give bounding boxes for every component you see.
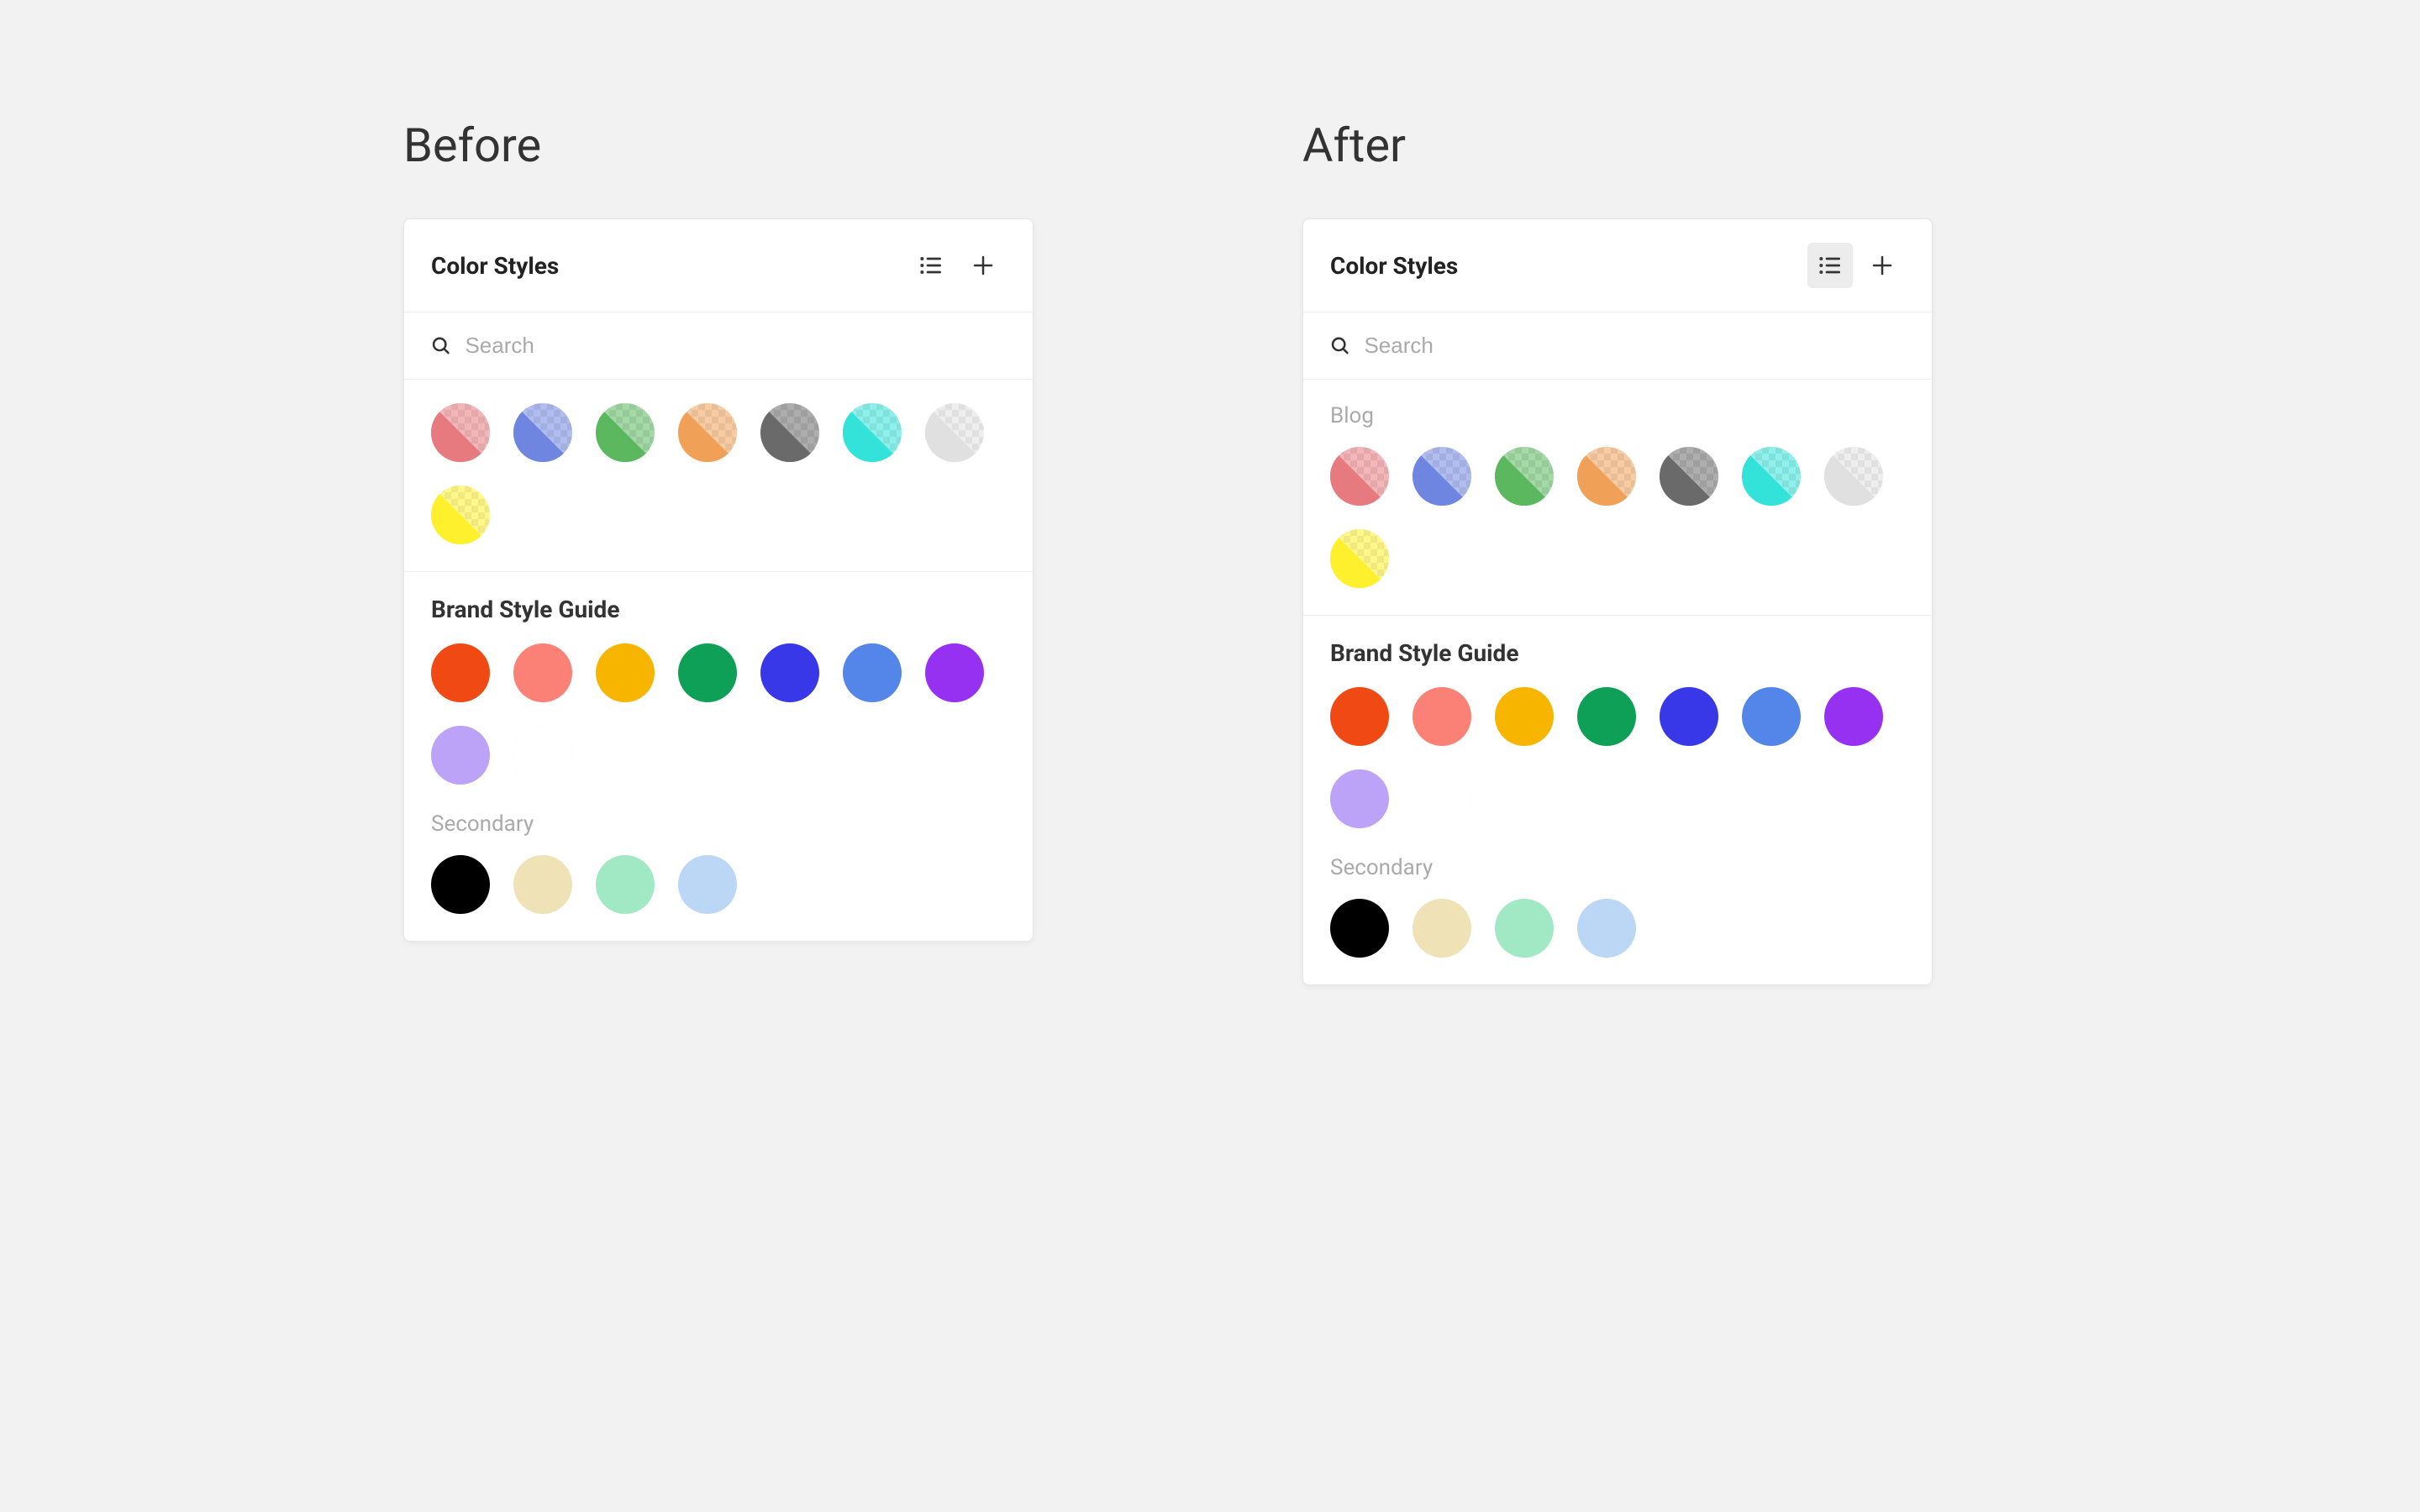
- color-swatch[interactable]: [513, 855, 572, 914]
- color-swatch[interactable]: [760, 403, 819, 462]
- secondary-label: Secondary: [431, 811, 1006, 837]
- swatch-row: [1330, 687, 1905, 828]
- secondary-label: Secondary: [1330, 855, 1905, 880]
- header-actions: [908, 243, 1006, 288]
- color-styles-panel-after: Color Styles Blog Brand St: [1302, 218, 1933, 985]
- color-swatch[interactable]: [1413, 447, 1471, 506]
- color-swatch[interactable]: [1495, 687, 1554, 746]
- brand-style-guide-section: Brand Style Guide Secondary: [404, 572, 1033, 941]
- color-swatch[interactable]: [925, 403, 984, 462]
- search-input[interactable]: [465, 333, 1006, 359]
- section-title: Brand Style Guide: [431, 596, 1006, 623]
- color-swatch[interactable]: [1660, 447, 1718, 506]
- color-swatch[interactable]: [431, 486, 490, 544]
- list-view-button[interactable]: [1807, 243, 1853, 288]
- color-swatch[interactable]: [1495, 899, 1554, 958]
- color-swatch[interactable]: [513, 403, 572, 462]
- panel-header: Color Styles: [404, 219, 1033, 312]
- color-swatch[interactable]: [513, 643, 572, 702]
- swatch-row: [1330, 447, 1905, 588]
- swatch-row: [431, 403, 1006, 544]
- color-swatch[interactable]: [760, 643, 819, 702]
- color-swatch[interactable]: [513, 726, 572, 785]
- color-swatch[interactable]: [678, 855, 737, 914]
- search-icon: [431, 335, 451, 357]
- search-row: [1303, 312, 1932, 380]
- color-swatch[interactable]: [678, 403, 737, 462]
- swatch-row: [431, 855, 1006, 914]
- color-swatch[interactable]: [1330, 447, 1389, 506]
- header-actions: [1807, 243, 1905, 288]
- blog-section: Blog: [1303, 380, 1932, 616]
- color-swatch[interactable]: [1330, 529, 1389, 588]
- search-input[interactable]: [1364, 333, 1905, 359]
- search-icon: [1330, 335, 1350, 357]
- color-swatch[interactable]: [843, 643, 902, 702]
- brand-style-guide-section: Brand Style Guide Secondary: [1303, 616, 1932, 984]
- color-swatch[interactable]: [1413, 899, 1471, 958]
- color-swatch[interactable]: [596, 855, 655, 914]
- list-icon: [1817, 252, 1844, 279]
- swatch-row: [431, 643, 1006, 785]
- color-swatch[interactable]: [1330, 769, 1389, 828]
- color-swatch[interactable]: [925, 643, 984, 702]
- blog-label: Blog: [1330, 403, 1905, 428]
- color-swatch[interactable]: [1577, 899, 1636, 958]
- color-swatch[interactable]: [1577, 687, 1636, 746]
- after-label: After: [1302, 118, 1406, 173]
- plus-icon: [971, 253, 996, 278]
- color-swatch[interactable]: [431, 726, 490, 785]
- color-swatch[interactable]: [431, 643, 490, 702]
- color-swatch[interactable]: [678, 643, 737, 702]
- color-swatch[interactable]: [1577, 447, 1636, 506]
- list-icon: [918, 252, 944, 279]
- color-swatch[interactable]: [1330, 687, 1389, 746]
- color-swatch[interactable]: [431, 403, 490, 462]
- current-styles-section: [404, 380, 1033, 572]
- color-swatch[interactable]: [596, 643, 655, 702]
- color-swatch[interactable]: [843, 403, 902, 462]
- section-title: Brand Style Guide: [1330, 639, 1905, 667]
- search-row: [404, 312, 1033, 380]
- add-button[interactable]: [960, 243, 1006, 288]
- color-swatch[interactable]: [431, 855, 490, 914]
- color-swatch[interactable]: [1824, 447, 1883, 506]
- panel-title: Color Styles: [1330, 252, 1458, 280]
- color-swatch[interactable]: [1742, 687, 1801, 746]
- plus-icon: [1870, 253, 1895, 278]
- color-styles-panel-before: Color Styles Brand Style Guide: [403, 218, 1034, 942]
- color-swatch[interactable]: [1495, 447, 1554, 506]
- panel-title: Color Styles: [431, 252, 559, 280]
- color-swatch[interactable]: [1824, 687, 1883, 746]
- panel-header: Color Styles: [1303, 219, 1932, 312]
- add-button[interactable]: [1860, 243, 1905, 288]
- color-swatch[interactable]: [1330, 899, 1389, 958]
- list-view-button[interactable]: [908, 243, 954, 288]
- swatch-row: [1330, 899, 1905, 958]
- before-label: Before: [403, 118, 541, 173]
- color-swatch[interactable]: [1742, 447, 1801, 506]
- color-swatch[interactable]: [1660, 687, 1718, 746]
- color-swatch[interactable]: [596, 403, 655, 462]
- color-swatch[interactable]: [1413, 769, 1471, 828]
- color-swatch[interactable]: [1413, 687, 1471, 746]
